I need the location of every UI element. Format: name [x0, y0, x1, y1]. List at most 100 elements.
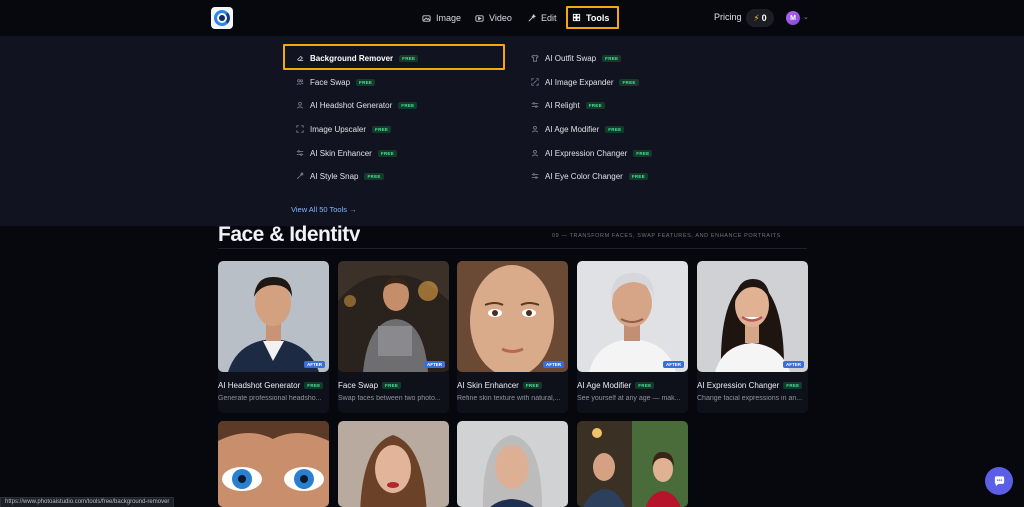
tool-card-eye[interactable]	[218, 421, 329, 507]
card-thumbnail	[218, 421, 329, 507]
nav-pricing[interactable]: Pricing	[714, 12, 742, 22]
tool-ai-image-expander[interactable]: AI Image Expander FREE	[530, 75, 639, 89]
skin-closeup-image	[457, 261, 568, 372]
card-thumbnail: AFTER	[218, 261, 329, 372]
credits-badge[interactable]: ⚡ 0	[746, 9, 774, 27]
tool-ai-style-snap[interactable]: AI Style Snap FREE	[295, 169, 384, 183]
free-badge: FREE	[635, 382, 655, 389]
tool-card-ai-age-modifier[interactable]: AFTER AI Age Modifier FREE See yourself …	[577, 261, 688, 413]
tool-ai-expression-changer[interactable]: AI Expression Changer FREE	[530, 146, 653, 160]
tools-dropdown	[0, 36, 1024, 226]
card-thumbnail	[457, 421, 568, 507]
tool-label: AI Outfit Swap	[545, 53, 597, 63]
tool-card-ai-headshot-generator[interactable]: AFTER AI Headshot Generator FREE Generat…	[218, 261, 329, 413]
after-tag: AFTER	[424, 361, 445, 368]
free-badge: FREE	[364, 172, 384, 180]
knight-portrait-image	[338, 261, 449, 372]
tool-ai-headshot-generator[interactable]: AI Headshot Generator FREE	[295, 98, 418, 112]
tool-ai-relight[interactable]: AI Relight FREE	[530, 98, 605, 112]
user-avatar[interactable]: M	[786, 11, 800, 25]
nav-image[interactable]: Image	[422, 10, 461, 26]
blue-eyes-image	[218, 421, 329, 507]
tool-label: AI Eye Color Changer	[545, 171, 623, 181]
expand-icon	[295, 125, 304, 134]
free-badge: FREE	[605, 125, 625, 133]
smiling-woman-portrait-image	[697, 261, 808, 372]
tool-label: AI Expression Changer	[545, 148, 628, 158]
view-all-tools-link[interactable]: View All 50 Tools →	[291, 205, 357, 214]
card-title: AI Headshot Generator FREE	[218, 381, 329, 390]
tool-card-gray-hair[interactable]	[457, 421, 568, 507]
grid-icon	[572, 13, 581, 22]
tool-label: AI Headshot Generator	[310, 100, 393, 110]
site-logo[interactable]	[211, 7, 233, 29]
card-title: Face Swap FREE	[338, 381, 449, 390]
card-title: AI Age Modifier FREE	[577, 381, 688, 390]
tool-card-couple[interactable]	[577, 421, 688, 507]
user-icon	[530, 149, 539, 158]
tool-card-makeup[interactable]	[338, 421, 449, 507]
tool-face-swap[interactable]: Face Swap FREE	[295, 75, 376, 89]
tool-card-face-swap[interactable]: AFTER Face Swap FREE Swap faces between …	[338, 261, 449, 413]
card-title-text: AI Skin Enhancer	[457, 381, 519, 390]
card-title-text: AI Age Modifier	[577, 381, 632, 390]
card-title: AI Skin Enhancer FREE	[457, 381, 568, 390]
card-title-text: AI Expression Changer	[697, 381, 780, 390]
free-badge: FREE	[585, 101, 605, 109]
tool-label: AI Image Expander	[545, 77, 614, 87]
headshot-portrait-image	[218, 261, 329, 372]
card-description: Swap faces between two photo...	[338, 395, 441, 402]
video-icon	[475, 14, 484, 22]
card-title-text: AI Headshot Generator	[218, 381, 301, 390]
nav-tools-label: Tools	[586, 12, 610, 23]
bolt-icon: ⚡	[753, 12, 760, 23]
nav-video-label: Video	[489, 13, 512, 23]
free-badge: FREE	[372, 125, 392, 133]
section-title: Face & Identity	[218, 223, 360, 241]
tool-card-ai-expression-changer[interactable]: AFTER AI Expression Changer FREE Change …	[697, 261, 808, 413]
chevron-down-icon[interactable]: ⌄	[803, 13, 809, 21]
after-tag: AFTER	[783, 361, 804, 368]
woman-makeup-image	[338, 421, 449, 507]
free-badge: FREE	[377, 149, 398, 157]
tool-card-ai-skin-enhancer[interactable]: AFTER AI Skin Enhancer FREE Refine skin …	[457, 261, 568, 413]
nav-edit[interactable]: Edit	[527, 10, 557, 26]
selection-highlight	[283, 44, 505, 70]
card-thumbnail	[577, 421, 688, 507]
couple-photo-image	[577, 421, 688, 507]
tool-ai-eye-color-changer[interactable]: AI Eye Color Changer FREE	[530, 169, 649, 183]
free-badge: FREE	[602, 54, 622, 62]
top-navigation: Image Video Edit Tools Pricing ⚡ 0 M ⌄	[0, 0, 1024, 36]
section-divider	[218, 248, 807, 249]
tool-ai-skin-enhancer[interactable]: AI Skin Enhancer FREE	[295, 146, 398, 160]
tool-label: Image Upscaler	[310, 124, 367, 134]
free-badge: FREE	[522, 382, 543, 389]
card-thumbnail	[338, 421, 449, 507]
wand-icon	[295, 172, 304, 181]
chat-support-button[interactable]	[985, 467, 1013, 495]
nav-video[interactable]: Video	[475, 10, 512, 26]
tool-label: AI Style Snap	[310, 171, 359, 181]
free-badge: FREE	[628, 172, 649, 180]
sliders-icon	[530, 101, 539, 110]
nav-tools[interactable]: Tools	[566, 6, 620, 29]
free-badge: FREE	[356, 78, 376, 86]
credits-count: 0	[761, 13, 767, 23]
tool-image-upscaler[interactable]: Image Upscaler FREE	[295, 122, 392, 136]
free-badge: FREE	[783, 382, 803, 389]
after-tag: AFTER	[543, 361, 564, 368]
card-description: Generate professional headsho...	[218, 395, 322, 402]
card-title-text: Face Swap	[338, 381, 379, 390]
tool-label: AI Age Modifier	[545, 124, 600, 134]
card-description: Change facial expressions in an...	[697, 395, 803, 402]
tool-ai-age-modifier[interactable]: AI Age Modifier FREE	[530, 122, 625, 136]
gray-haired-woman-image	[457, 421, 568, 507]
shirt-icon	[530, 54, 539, 63]
logo-lens	[219, 15, 225, 21]
expand-icon	[530, 78, 539, 87]
avatar-initial: M	[790, 14, 796, 22]
tool-ai-outfit-swap[interactable]: AI Outfit Swap FREE	[530, 51, 622, 65]
sliders-icon	[530, 172, 539, 181]
card-description: Refine skin texture with natural,...	[457, 395, 561, 402]
user-icon	[295, 101, 304, 110]
